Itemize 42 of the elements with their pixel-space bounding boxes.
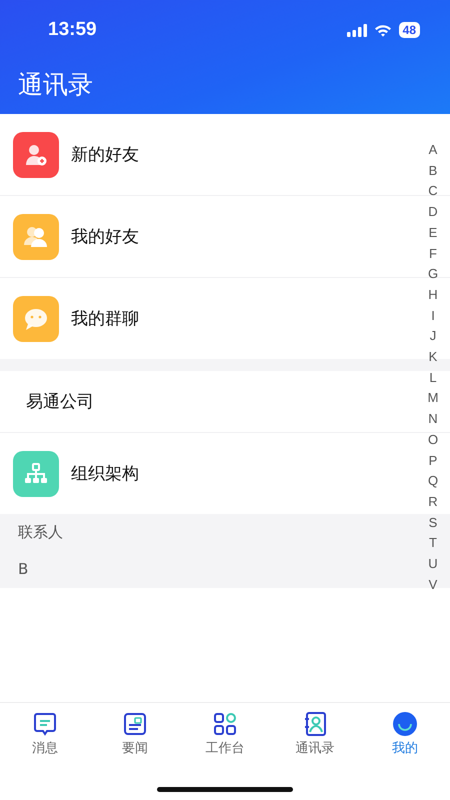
list-item[interactable]: 我的好友 — [0, 196, 420, 277]
tab-item[interactable]: 要闻 — [90, 703, 180, 763]
index-letter[interactable]: Q — [428, 471, 438, 492]
index-letter[interactable]: K — [428, 347, 438, 368]
tab-item[interactable]: 我的 — [360, 703, 450, 763]
tab-item[interactable]: 工作台 — [180, 703, 270, 763]
wifi-icon — [374, 24, 392, 36]
news-icon — [122, 711, 148, 737]
index-letter[interactable]: J — [430, 326, 436, 348]
grid-icon — [212, 711, 238, 737]
index-letter[interactable]: F — [429, 244, 437, 264]
index-letter[interactable]: D — [428, 202, 438, 223]
index-letter[interactable]: L — [429, 368, 437, 388]
index-letter[interactable]: B — [428, 160, 438, 182]
index-letter[interactable]: O — [428, 430, 438, 451]
tab-item[interactable]: 通讯录 — [270, 703, 360, 763]
list-item[interactable]: 易通公司 — [0, 371, 420, 432]
index-letter[interactable]: P — [428, 450, 438, 472]
index-letter[interactable]: C — [428, 181, 438, 202]
list-item[interactable]: 新的好友 — [0, 114, 420, 195]
index-letter[interactable]: H — [428, 284, 438, 306]
battery-level: 48 — [398, 22, 420, 38]
index-letter[interactable]: A — [428, 140, 438, 161]
smile-icon — [392, 711, 418, 737]
index-letter[interactable]: U — [428, 554, 438, 575]
index-letter[interactable]: R — [428, 492, 438, 513]
tab-item[interactable]: 消息 — [0, 703, 90, 763]
index-letter[interactable]: M — [428, 388, 438, 410]
index-letter[interactable]: S — [428, 512, 438, 534]
index-letter[interactable]: E — [428, 222, 438, 244]
index-letter[interactable]: V — [428, 574, 438, 596]
index-letter[interactable]: G — [428, 264, 438, 285]
contact-book-icon — [302, 711, 328, 737]
list-item[interactable]: 组织架构 — [0, 433, 420, 514]
index-letter[interactable]: N — [428, 409, 438, 430]
index-letter[interactable]: T — [429, 533, 437, 554]
page-title: 通讯录 — [17, 69, 94, 101]
list-item[interactable]: 我的群聊 — [0, 278, 420, 359]
signal-icon — [346, 24, 367, 36]
message-icon — [32, 711, 58, 737]
index-letter[interactable]: I — [431, 306, 435, 326]
status-time: 13:59 — [48, 19, 97, 41]
